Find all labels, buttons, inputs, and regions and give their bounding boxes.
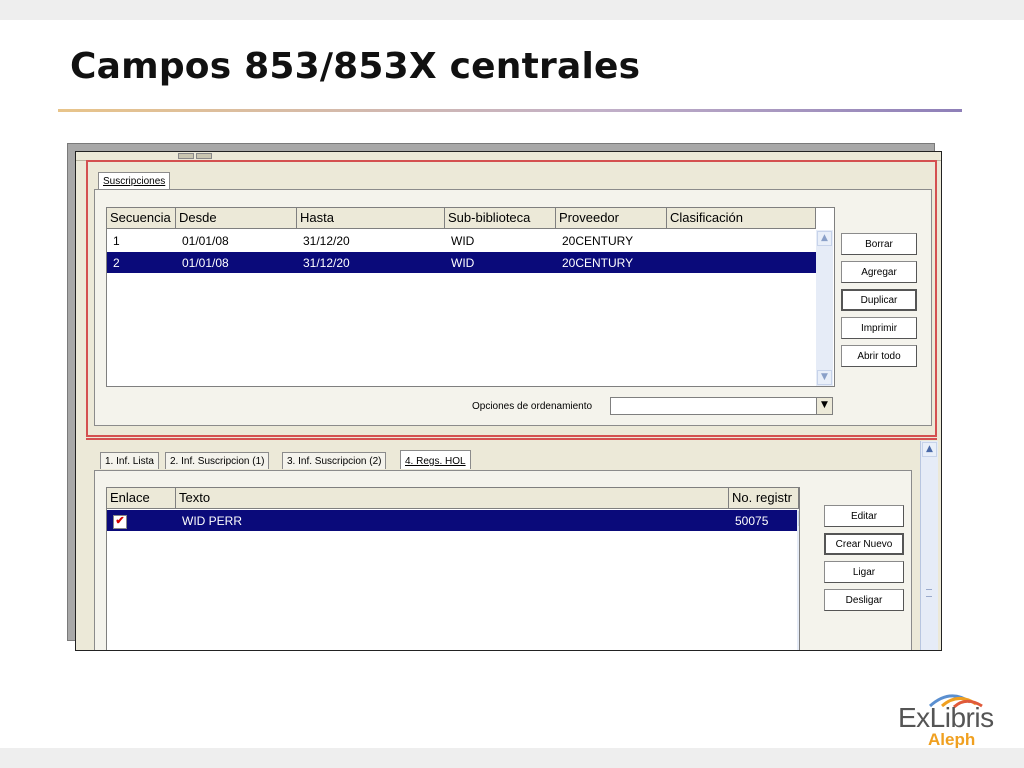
cell-secuencia: 2 [113,256,120,270]
hol-records-table: Enlace Texto No. registr ✔ WID PERR 5007… [106,487,800,650]
imprimir-button[interactable]: Imprimir [841,317,917,339]
cell-sub-biblioteca: WID [451,256,475,270]
crear-nuevo-button[interactable]: Crear Nuevo [824,533,904,555]
slide-top-band [0,0,1024,20]
tab-inf-suscripcion-2[interactable]: 3. Inf. Suscripcion (2) [282,452,387,469]
subscriptions-table: Secuencia Desde Hasta Sub-biblioteca Pro… [106,207,835,387]
borrar-button[interactable]: Borrar [841,233,917,255]
cell-desde: 01/01/08 [182,256,229,270]
checkbox-checked-icon[interactable]: ✔ [113,515,127,529]
col-hasta[interactable]: Hasta [297,208,445,228]
sort-options-select[interactable]: ▼ [610,397,833,415]
col-proveedor[interactable]: Proveedor [556,208,667,228]
ligar-button[interactable]: Ligar [824,561,904,583]
cell-proveedor: 20CENTURY [562,256,634,270]
tab-suscripciones[interactable]: Suscripciones [98,172,171,189]
cell-secuencia: 1 [113,234,120,248]
desligar-button[interactable]: Desligar [824,589,904,611]
scroll-grip-icon[interactable] [926,589,932,597]
section-separator [86,438,937,440]
title-divider [58,109,962,112]
dropdown-arrow-icon[interactable]: ▼ [816,398,832,414]
col-sub-biblioteca[interactable]: Sub-biblioteca [445,208,556,228]
scroll-up-icon[interactable]: ▲ [798,511,799,526]
cell-clasificacion [667,252,816,273]
app-window: Suscripciones Secuencia Desde Hasta Sub-… [75,151,942,651]
col-no-registro[interactable]: No. registr [729,488,799,508]
col-texto[interactable]: Texto [176,488,729,508]
abrir-todo-button[interactable]: Abrir todo [841,345,917,367]
col-clasificacion[interactable]: Clasificación [667,208,816,228]
tab-suscripciones-label: Suscripciones [103,176,166,187]
col-desde[interactable]: Desde [176,208,297,228]
duplicar-button[interactable]: Duplicar [841,289,917,311]
cell-proveedor: 20CENTURY [562,234,634,248]
scroll-up-icon[interactable]: ▲ [922,442,937,457]
cell-desde: 01/01/08 [182,234,229,248]
cell-no-registro: 50075 [735,514,769,528]
editar-button[interactable]: Editar [824,505,904,527]
slide-title: Campos 853/853X centrales [70,46,641,87]
table-header: Secuencia Desde Hasta Sub-biblioteca Pro… [107,208,816,229]
table-row-selected[interactable]: ✔ WID PERR 50075 [107,510,797,531]
scroll-up-icon[interactable]: ▲ [817,231,832,246]
col-secuencia[interactable]: Secuencia [107,208,176,228]
agregar-button[interactable]: Agregar [841,261,917,283]
tab-regs-hol-label: 4. Regs. HOL [405,456,466,467]
tab-inf-suscripcion-1[interactable]: 2. Inf. Suscripcion (1) [165,452,270,469]
table-row-selected[interactable]: 2 01/01/08 31/12/20 WID 20CENTURY [107,252,817,273]
slide-bottom-band [0,748,1024,768]
col-enlace[interactable]: Enlace [107,488,176,508]
cell-enlace: ✔ [107,510,176,531]
cell-clasificacion [667,230,816,251]
logo-product: Aleph [928,730,976,749]
strip-control[interactable] [196,153,212,159]
tab-inf-lista[interactable]: 1. Inf. Lista [100,452,159,469]
table-vertical-scrollbar[interactable]: ▲ [797,510,799,650]
table-row[interactable]: 1 01/01/08 31/12/20 WID 20CENTURY [107,230,817,251]
table-header: Enlace Texto No. registr [107,488,799,509]
suscripciones-panel: Secuencia Desde Hasta Sub-biblioteca Pro… [94,189,932,426]
tab-regs-hol[interactable]: 4. Regs. HOL [400,450,471,469]
cell-texto: WID PERR [182,514,242,528]
table-vertical-scrollbar[interactable]: ▲ ▼ [816,230,833,386]
window-vertical-scrollbar[interactable]: ▲ [920,441,938,650]
sort-options-label: Opciones de ordenamiento [472,401,593,412]
cell-hasta: 31/12/20 [303,234,350,248]
strip-control[interactable] [178,153,194,159]
regs-hol-panel: Enlace Texto No. registr ✔ WID PERR 5007… [94,470,912,650]
cell-hasta: 31/12/20 [303,256,350,270]
cell-sub-biblioteca: WID [451,234,475,248]
exlibris-aleph-logo: ExLibris Aleph [898,690,1008,750]
scroll-down-icon[interactable]: ▼ [817,370,832,385]
